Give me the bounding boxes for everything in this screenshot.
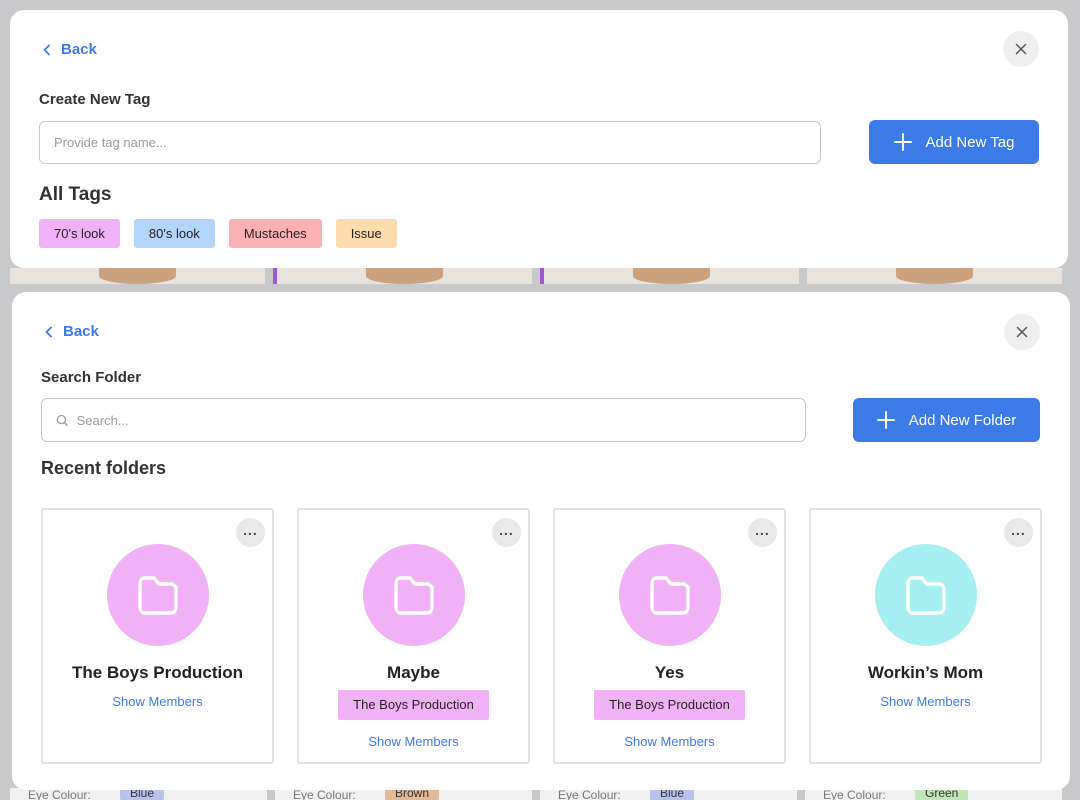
show-members-link[interactable]: Show Members <box>880 694 970 709</box>
tag-chip[interactable]: Issue <box>335 219 397 248</box>
background-photo <box>807 268 1062 284</box>
add-new-folder-label: Add New Folder <box>908 411 1017 429</box>
folder-avatar <box>874 544 977 646</box>
folder-card[interactable]: ... The Boys Production Show Members <box>41 508 274 764</box>
background-photo <box>10 268 265 284</box>
close-icon <box>1016 326 1028 338</box>
back-button[interactable]: Back <box>41 41 97 58</box>
close-button[interactable] <box>1003 31 1039 67</box>
close-button[interactable] <box>1004 314 1040 350</box>
tag-name-field[interactable] <box>39 121 821 164</box>
folder-card[interactable]: ... Workin’s Mom Show Members <box>809 508 1042 764</box>
chevron-left-icon <box>45 326 52 337</box>
folder-avatar <box>362 544 465 646</box>
folder-avatar <box>618 544 721 646</box>
add-new-tag-label: Add New Tag <box>925 133 1015 151</box>
folder-avatar <box>106 544 209 646</box>
plus-icon <box>876 411 895 429</box>
tag-chip[interactable]: 70's look <box>39 219 120 248</box>
more-options-button[interactable]: ... <box>492 518 521 547</box>
add-new-folder-button[interactable]: Add New Folder <box>853 398 1040 442</box>
more-icon: ... <box>243 521 258 538</box>
close-icon <box>1015 43 1027 55</box>
tag-chip[interactable]: 80's look <box>133 219 215 248</box>
show-members-link[interactable]: Show Members <box>624 734 714 749</box>
folder-card[interactable]: ... Yes The Boys Production Show Members <box>553 508 786 764</box>
more-icon: ... <box>1011 521 1026 538</box>
tag-name-input[interactable] <box>54 135 820 150</box>
folder-production-badge: The Boys Production <box>594 690 745 720</box>
background-photo <box>273 268 532 284</box>
tag-list: 70's look 80's look Mustaches Issue <box>39 219 397 248</box>
folder-card[interactable]: ... Maybe The Boys Production Show Membe… <box>297 508 530 764</box>
back-label: Back <box>61 41 97 58</box>
folder-icon <box>137 576 178 615</box>
back-button[interactable]: Back <box>43 323 99 340</box>
folder-name: Yes <box>654 663 685 682</box>
recent-folders-heading: Recent folders <box>41 458 167 478</box>
more-options-button[interactable]: ... <box>236 518 265 547</box>
folder-name: Maybe <box>387 663 440 682</box>
folder-name: The Boys Production <box>72 663 243 682</box>
background-photo <box>540 268 799 284</box>
search-folder-label: Search Folder <box>41 369 142 386</box>
back-label: Back <box>63 323 99 340</box>
all-tags-heading: All Tags <box>39 184 112 205</box>
folder-modal: Back Search Folder Add New Folder Recent… <box>12 292 1070 790</box>
folder-icon <box>649 576 690 615</box>
folder-icon <box>905 576 946 615</box>
add-new-tag-button[interactable]: Add New Tag <box>869 120 1039 164</box>
create-tag-modal: Back Create New Tag Add New Tag All Tags… <box>10 10 1068 268</box>
show-members-link[interactable]: Show Members <box>112 694 202 709</box>
create-tag-label: Create New Tag <box>39 91 151 108</box>
folder-name: Workin’s Mom <box>867 663 984 682</box>
folder-search-field[interactable] <box>41 398 806 442</box>
more-icon: ... <box>755 521 770 538</box>
folder-production-badge: The Boys Production <box>338 690 489 720</box>
more-icon: ... <box>499 521 514 538</box>
chevron-left-icon <box>43 44 50 55</box>
tag-chip[interactable]: Mustaches <box>228 219 322 248</box>
folder-search-input[interactable] <box>76 412 805 428</box>
folder-icon <box>393 576 434 615</box>
plus-icon <box>893 133 912 151</box>
show-members-link[interactable]: Show Members <box>368 734 458 749</box>
folder-grid: ... The Boys Production Show Members ...… <box>41 508 1042 764</box>
more-options-button[interactable]: ... <box>1004 518 1033 547</box>
background-photo-strip <box>10 268 1070 284</box>
search-icon <box>56 414 68 426</box>
more-options-button[interactable]: ... <box>748 518 777 547</box>
